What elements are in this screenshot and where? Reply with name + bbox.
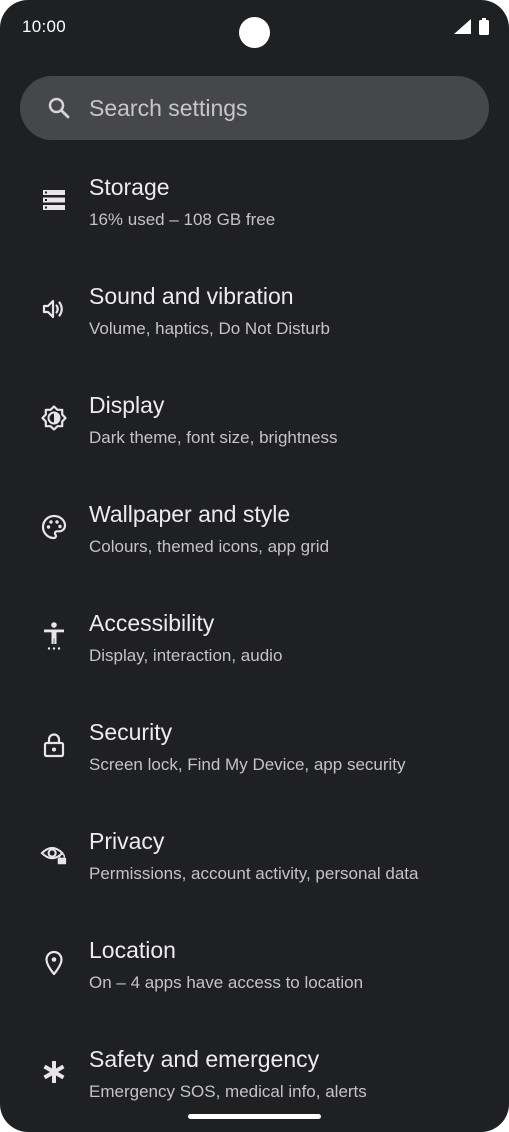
accessibility-icon [40, 622, 68, 650]
settings-item-privacy[interactable]: Privacy Permissions, account activity, p… [0, 814, 509, 923]
status-icons [454, 18, 489, 40]
setting-title: Accessibility [89, 610, 215, 636]
lock-icon [40, 731, 68, 759]
settings-item-storage[interactable]: Storage 16% used – 108 GB free [0, 160, 509, 269]
setting-subtitle: Display, interaction, audio [89, 646, 283, 665]
setting-title: Security [89, 719, 173, 745]
setting-title: Location [89, 937, 176, 963]
search-placeholder: Search settings [89, 95, 248, 121]
palette-icon [40, 513, 68, 541]
setting-title: Sound and vibration [89, 283, 294, 309]
setting-subtitle: On – 4 apps have access to location [89, 973, 364, 992]
display-icon [40, 404, 68, 432]
setting-title: Display [89, 392, 165, 418]
setting-subtitle: Dark theme, font size, brightness [89, 428, 338, 447]
settings-item-security[interactable]: Security Screen lock, Find My Device, ap… [0, 705, 509, 814]
home-indicator[interactable] [188, 1114, 321, 1119]
battery-icon [479, 18, 489, 40]
location-pin-icon [40, 949, 68, 977]
storage-icon [40, 186, 68, 214]
setting-subtitle: Permissions, account activity, personal … [89, 864, 419, 883]
search-icon [47, 96, 71, 120]
setting-subtitle: Volume, haptics, Do Not Disturb [89, 319, 330, 338]
signal-icon [454, 19, 471, 39]
setting-title: Privacy [89, 828, 165, 854]
settings-item-wallpaper[interactable]: Wallpaper and style Colours, themed icon… [0, 487, 509, 596]
setting-subtitle: 16% used – 108 GB free [89, 210, 276, 229]
privacy-eye-icon [40, 840, 68, 868]
settings-item-location[interactable]: Location On – 4 apps have access to loca… [0, 923, 509, 1032]
status-time: 10:00 [22, 17, 67, 36]
asterisk-icon [40, 1058, 68, 1086]
setting-subtitle: Emergency SOS, medical info, alerts [89, 1082, 367, 1101]
setting-title: Wallpaper and style [89, 501, 291, 527]
settings-screen: 10:00 Search settings Storage 16% used –… [0, 0, 509, 1132]
front-camera [239, 17, 270, 48]
search-bar[interactable]: Search settings [20, 76, 489, 140]
settings-item-display[interactable]: Display Dark theme, font size, brightnes… [0, 378, 509, 487]
sound-icon [40, 295, 68, 323]
setting-title: Safety and emergency [89, 1046, 320, 1072]
settings-item-accessibility[interactable]: Accessibility Display, interaction, audi… [0, 596, 509, 705]
setting-subtitle: Colours, themed icons, app grid [89, 537, 330, 556]
status-bar: 10:00 [0, 0, 509, 56]
settings-item-sound[interactable]: Sound and vibration Volume, haptics, Do … [0, 269, 509, 378]
setting-title: Storage [89, 174, 170, 200]
setting-subtitle: Screen lock, Find My Device, app securit… [89, 755, 406, 774]
